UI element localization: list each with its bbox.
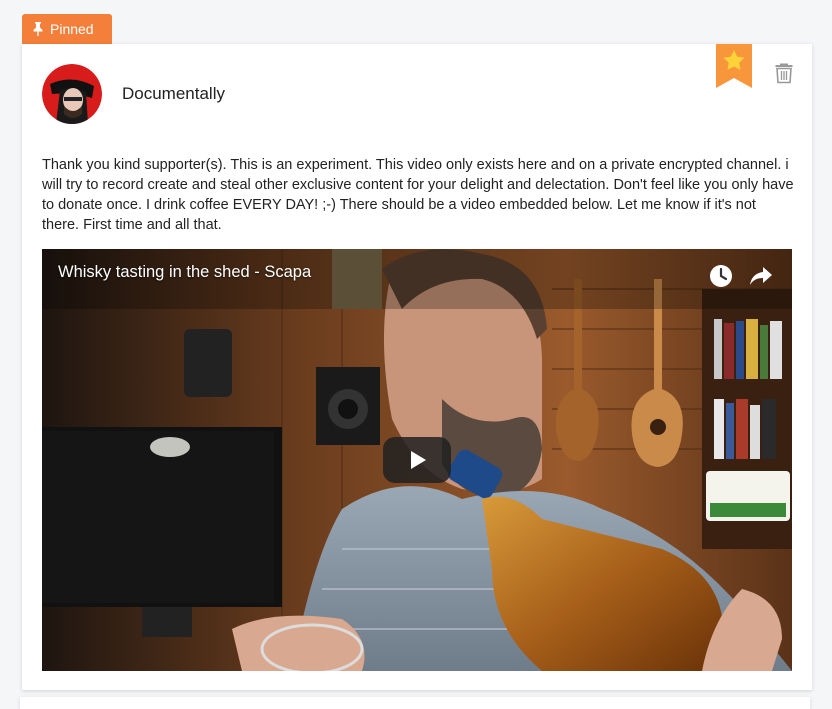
clock-icon[interactable] — [708, 263, 734, 289]
video-embed[interactable]: Whisky tasting in the shed - Scapa — [42, 249, 792, 671]
post-body: Thank you kind supporter(s). This is an … — [42, 157, 794, 233]
play-icon — [411, 451, 426, 469]
star-bookmark-icon[interactable] — [716, 44, 752, 88]
share-icon[interactable] — [748, 263, 774, 289]
video-title[interactable]: Whisky tasting in the shed - Scapa — [58, 263, 311, 282]
avatar[interactable] — [42, 64, 102, 124]
pinned-label: Pinned — [50, 21, 94, 37]
author-name[interactable]: Documentally — [122, 84, 225, 104]
post-card: Documentally Thank you kind supporter(s)… — [22, 44, 812, 690]
pinned-tab: Pinned — [22, 14, 112, 44]
trash-icon[interactable] — [774, 62, 794, 84]
next-card-edge — [20, 697, 810, 709]
pin-icon — [33, 22, 43, 36]
play-button[interactable] — [383, 437, 451, 483]
